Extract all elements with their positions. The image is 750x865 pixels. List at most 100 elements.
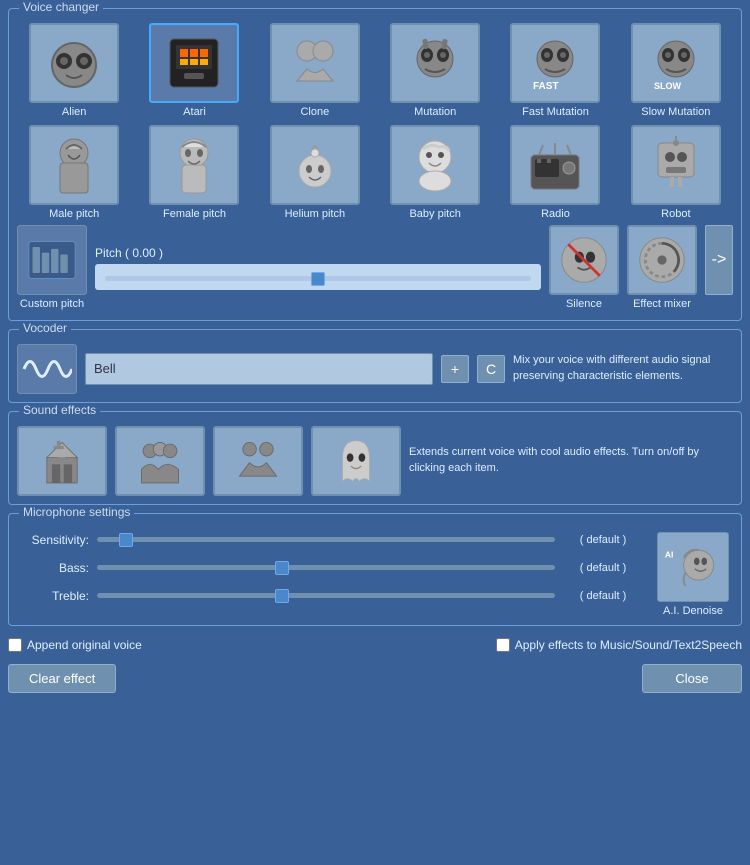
custom-pitch-icon[interactable] bbox=[17, 225, 87, 295]
alien-icon bbox=[42, 31, 106, 95]
effect-mixer-area: Effect mixer bbox=[627, 225, 697, 311]
male-pitch-label: Male pitch bbox=[49, 208, 99, 221]
silence-area: Silence bbox=[549, 225, 619, 311]
sfx-ghost[interactable] bbox=[311, 426, 401, 496]
voice-item-fast-mutation[interactable]: FAST Fast Mutation bbox=[498, 23, 612, 119]
treble-label: Treble: bbox=[17, 589, 89, 603]
append-original-label: Append original voice bbox=[27, 638, 142, 652]
effect-mixer-svg bbox=[637, 235, 687, 285]
vocoder-reset-button[interactable]: C bbox=[477, 355, 505, 383]
ai-denoise-label: A.I. Denoise bbox=[663, 605, 723, 617]
sound-effects-label: Sound effects bbox=[19, 403, 100, 417]
vocoder-row: Bell + C Mix your voice with different a… bbox=[17, 344, 733, 394]
radio-icon-box[interactable] bbox=[510, 125, 600, 205]
slow-mutation-icon-box[interactable]: SLOW bbox=[631, 23, 721, 103]
robot-icon bbox=[644, 133, 708, 197]
pitch-right-icons: Silence Effect mixer -> bbox=[549, 225, 733, 311]
clone-icon-box[interactable] bbox=[270, 23, 360, 103]
microphone-section: Microphone settings Sensitivity: ( defau… bbox=[8, 513, 742, 626]
voice-item-female-pitch[interactable]: Female pitch bbox=[137, 125, 251, 221]
voice-item-robot[interactable]: Robot bbox=[619, 125, 733, 221]
treble-value: ( default ) bbox=[563, 590, 643, 602]
voice-item-clone[interactable]: Clone bbox=[258, 23, 372, 119]
append-original-checkbox-item[interactable]: Append original voice bbox=[8, 638, 142, 652]
mic-sliders: Sensitivity: ( default ) Bass: ( default… bbox=[17, 532, 643, 617]
custom-pitch-svg bbox=[27, 239, 77, 281]
main-container: Voice changer Alien bbox=[0, 0, 750, 865]
vocoder-label: Vocoder bbox=[19, 321, 71, 335]
helium-pitch-icon-box[interactable] bbox=[270, 125, 360, 205]
vocoder-description: Mix your voice with different audio sign… bbox=[513, 353, 733, 384]
fast-mutation-label: Fast Mutation bbox=[522, 106, 589, 119]
sound-effects-description: Extends current voice with cool audio ef… bbox=[409, 445, 733, 476]
fast-mutation-icon: FAST bbox=[523, 31, 587, 95]
voice-item-alien[interactable]: Alien bbox=[17, 23, 131, 119]
male-pitch-icon-box[interactable] bbox=[29, 125, 119, 205]
voice-changer-label: Voice changer bbox=[19, 0, 103, 14]
effect-mixer-label: Effect mixer bbox=[633, 298, 691, 311]
atari-icon-box[interactable] bbox=[149, 23, 239, 103]
voice-item-atari[interactable]: Atari bbox=[137, 23, 251, 119]
sfx-crowd-icon bbox=[133, 434, 187, 488]
slow-mutation-icon: SLOW bbox=[644, 31, 708, 95]
bottom-buttons-row: Clear effect Close bbox=[8, 664, 742, 693]
treble-slider-container bbox=[97, 588, 555, 604]
bass-slider-container bbox=[97, 560, 555, 576]
voice-item-radio[interactable]: Radio bbox=[498, 125, 612, 221]
female-pitch-icon bbox=[162, 133, 226, 197]
baby-pitch-icon bbox=[403, 133, 467, 197]
mic-grid: Sensitivity: ( default ) Bass: ( default… bbox=[17, 532, 733, 617]
voice-item-slow-mutation[interactable]: SLOW Slow Mutation bbox=[619, 23, 733, 119]
voice-item-mutation[interactable]: Mutation bbox=[378, 23, 492, 119]
append-original-checkbox[interactable] bbox=[8, 638, 22, 652]
sensitivity-value: ( default ) bbox=[563, 534, 643, 546]
treble-slider[interactable] bbox=[97, 593, 555, 598]
svg-text:FAST: FAST bbox=[533, 81, 559, 92]
checkboxes-row: Append original voice Apply effects to M… bbox=[8, 638, 742, 652]
clear-effect-button[interactable]: Clear effect bbox=[8, 664, 116, 693]
pitch-slider[interactable] bbox=[105, 276, 531, 281]
atari-label: Atari bbox=[183, 106, 206, 119]
pitch-slider-area: Pitch ( 0.00 ) bbox=[95, 246, 541, 290]
clone-label: Clone bbox=[300, 106, 329, 119]
sensitivity-slider[interactable] bbox=[97, 537, 555, 542]
custom-pitch-label: Custom pitch bbox=[20, 298, 84, 311]
effect-mixer-icon[interactable] bbox=[627, 225, 697, 295]
alien-icon-box[interactable] bbox=[29, 23, 119, 103]
sfx-people-icon bbox=[231, 434, 285, 488]
baby-pitch-icon-box[interactable] bbox=[390, 125, 480, 205]
robot-icon-box[interactable] bbox=[631, 125, 721, 205]
close-button[interactable]: Close bbox=[642, 664, 742, 693]
vocoder-add-button[interactable]: + bbox=[441, 355, 469, 383]
male-pitch-icon bbox=[42, 133, 106, 197]
pitch-row: Custom pitch Pitch ( 0.00 ) bbox=[17, 225, 733, 311]
voice-item-baby-pitch[interactable]: Baby pitch bbox=[378, 125, 492, 221]
apply-effects-label: Apply effects to Music/Sound/Text2Speech bbox=[515, 638, 742, 652]
sfx-crowd[interactable] bbox=[115, 426, 205, 496]
vocoder-wave-icon bbox=[17, 344, 77, 394]
clone-icon bbox=[283, 31, 347, 95]
bass-label: Bass: bbox=[17, 561, 89, 575]
voice-item-helium-pitch[interactable]: Helium pitch bbox=[258, 125, 372, 221]
fast-mutation-icon-box[interactable]: FAST bbox=[510, 23, 600, 103]
sfx-church[interactable] bbox=[17, 426, 107, 496]
robot-label: Robot bbox=[661, 208, 690, 221]
ai-denoise-area: AI A.I. Denoise bbox=[653, 532, 733, 617]
bass-slider[interactable] bbox=[97, 565, 555, 570]
nav-arrow[interactable]: -> bbox=[705, 225, 733, 295]
mutation-icon-box[interactable] bbox=[390, 23, 480, 103]
vocoder-section: Vocoder Bell + C Mix your voice with dif… bbox=[8, 329, 742, 403]
silence-icon[interactable] bbox=[549, 225, 619, 295]
sfx-people[interactable] bbox=[213, 426, 303, 496]
voice-item-male-pitch[interactable]: Male pitch bbox=[17, 125, 131, 221]
ai-denoise-icon[interactable]: AI bbox=[657, 532, 729, 602]
custom-pitch-area: Custom pitch bbox=[17, 225, 87, 311]
voice-grid: Alien Atari bbox=[17, 23, 733, 221]
silence-svg bbox=[559, 235, 609, 285]
female-pitch-icon-box[interactable] bbox=[149, 125, 239, 205]
vocoder-select[interactable]: Bell bbox=[85, 353, 433, 385]
apply-effects-checkbox-item[interactable]: Apply effects to Music/Sound/Text2Speech bbox=[496, 638, 742, 652]
bass-row: Bass: ( default ) bbox=[17, 560, 643, 576]
svg-text:AI: AI bbox=[665, 549, 673, 559]
apply-effects-checkbox[interactable] bbox=[496, 638, 510, 652]
